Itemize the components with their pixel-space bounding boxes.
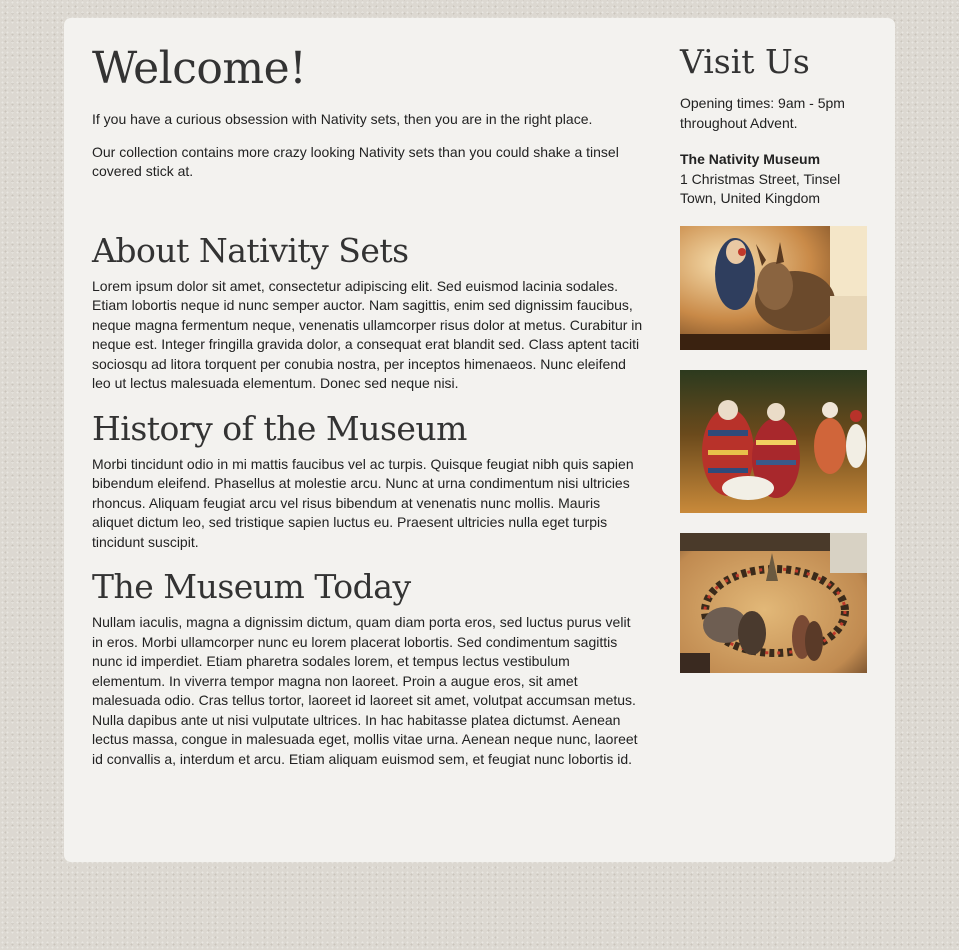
section-heading: About Nativity Sets <box>92 230 409 270</box>
intro-paragraph-1: If you have a curious obsession with Nat… <box>92 111 593 127</box>
sidebar: Visit Us Opening times: 9am - 5pm throug… <box>680 42 870 693</box>
section-about: About Nativity Sets Lorem ipsum dolor si… <box>92 231 644 394</box>
address-line: 1 Christmas Street, Tinsel Town, United … <box>680 170 841 207</box>
section-body: Morbi tincidunt odio in mi mattis faucib… <box>92 455 634 550</box>
address-name: The Nativity Museum <box>680 151 821 167</box>
welcome-heading: Welcome! <box>92 43 307 94</box>
intro-paragraph-2: Our collection contains more crazy looki… <box>92 143 619 180</box>
section-heading: History of the Museum <box>92 408 467 448</box>
address: The Nativity Museum 1 Christmas Street, … <box>680 150 870 209</box>
section-history: History of the Museum Morbi tincidunt od… <box>92 409 644 553</box>
content-panel: Welcome! If you have a curious obsession… <box>64 18 895 862</box>
section-body: Nullam iaculis, magna a dignissim dictum… <box>92 614 638 767</box>
section-heading: The Museum Today <box>92 567 411 606</box>
opening-times: Opening times: 9am - 5pm throughout Adve… <box>680 95 845 131</box>
visit-us-heading: Visit Us <box>680 42 810 81</box>
section-today: The Museum Today Nullam iaculis, magna a… <box>92 567 644 769</box>
section-body: Lorem ipsum dolor sit amet, consectetur … <box>92 277 643 392</box>
main-column: Welcome! If you have a curious obsession… <box>92 42 644 782</box>
nativity-knitted-figures-photo <box>680 369 867 513</box>
nativity-donkey-photo <box>680 225 867 350</box>
nativity-collection-circle-photo <box>680 532 867 673</box>
